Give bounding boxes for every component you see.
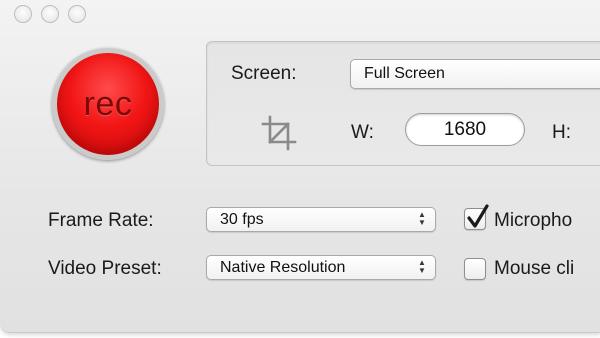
mouse-clicks-label: Mouse cli bbox=[494, 258, 575, 279]
video-preset-value: Native Resolution bbox=[220, 259, 346, 276]
screen-select[interactable]: Full Screen bbox=[350, 59, 600, 89]
microphone-checkbox[interactable] bbox=[464, 204, 489, 230]
width-field[interactable]: 1680 bbox=[405, 113, 525, 146]
screen-select-value: Full Screen bbox=[364, 65, 445, 82]
record-button[interactable]: rec bbox=[52, 48, 164, 160]
recorder-window: rec Screen: Full Screen W: 1680 H: Frame… bbox=[0, 0, 600, 333]
crop-icon[interactable] bbox=[260, 114, 298, 152]
frame-rate-select[interactable]: 30 fps ▲ ▼ bbox=[206, 207, 436, 232]
mouse-clicks-checkbox[interactable] bbox=[464, 258, 486, 280]
checkmark-icon bbox=[467, 204, 489, 228]
width-label: W: bbox=[351, 122, 374, 143]
minimize-icon[interactable] bbox=[41, 5, 59, 23]
window-controls bbox=[14, 5, 86, 23]
popup-arrows-icon: ▲ ▼ bbox=[418, 258, 426, 275]
record-button-label: rec bbox=[83, 84, 133, 123]
screen-label: Screen: bbox=[231, 63, 297, 84]
microphone-label: Micropho bbox=[494, 210, 573, 231]
frame-rate-label: Frame Rate: bbox=[48, 210, 154, 231]
popup-arrows-icon: ▲ ▼ bbox=[418, 210, 426, 227]
video-preset-label: Video Preset: bbox=[48, 258, 162, 279]
height-label: H: bbox=[552, 122, 571, 143]
video-preset-select[interactable]: Native Resolution ▲ ▼ bbox=[206, 255, 436, 280]
capture-area-group: Screen: Full Screen W: 1680 H: bbox=[206, 41, 600, 166]
zoom-icon[interactable] bbox=[68, 5, 86, 23]
close-icon[interactable] bbox=[14, 5, 32, 23]
frame-rate-value: 30 fps bbox=[220, 211, 264, 228]
